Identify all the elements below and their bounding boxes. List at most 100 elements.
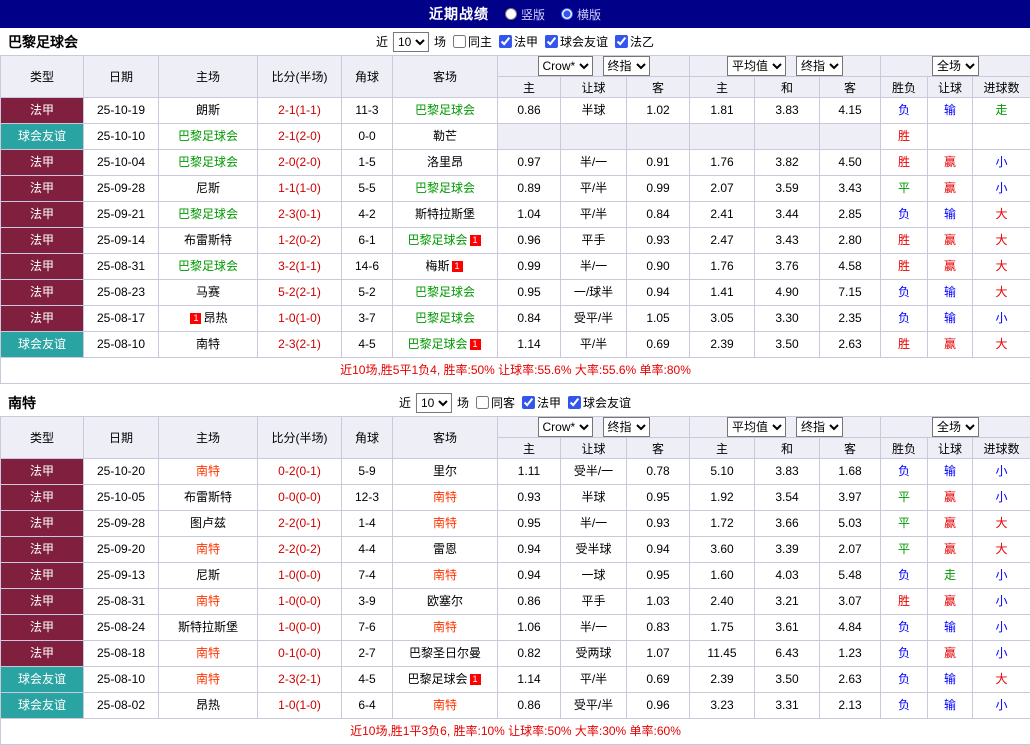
filter-checkbox[interactable] <box>568 396 581 409</box>
filter-bar: 近 10 场 同客法甲球会友谊 <box>399 393 631 413</box>
odds-cell: 1.23 <box>820 641 881 667</box>
filter-option[interactable]: 法甲 <box>522 394 561 411</box>
match-date: 25-09-28 <box>84 176 159 202</box>
match-row: 法甲25-08-23马赛5-2(2-1)5-2巴黎足球会0.95一/球半0.94… <box>1 280 1030 306</box>
result-cell: 赢 <box>928 150 973 176</box>
odds-cell: 3.82 <box>755 150 820 176</box>
filter-checkboxes: 同主法甲球会友谊法乙 <box>446 33 654 51</box>
col-odds-handicap: 让球 <box>561 438 627 459</box>
away-team-name: 里尔 <box>433 464 457 478</box>
corner-score: 4-2 <box>342 202 393 228</box>
filter-checkbox[interactable] <box>476 396 489 409</box>
match-count-select[interactable]: 10 <box>393 32 429 52</box>
filter-checkbox[interactable] <box>615 35 628 48</box>
corner-score: 6-4 <box>342 693 393 719</box>
filter-option[interactable]: 法甲 <box>499 33 538 50</box>
match-row: 法甲25-08-31巴黎足球会3-2(1-1)14-6梅斯10.99半/一0.9… <box>1 254 1030 280</box>
match-count-select[interactable]: 10 <box>416 393 452 413</box>
odds-cell: 1.04 <box>498 202 561 228</box>
odds-cell: 1.68 <box>820 459 881 485</box>
odds-cell: 1.72 <box>690 511 755 537</box>
match-type: 球会友谊 <box>1 693 84 719</box>
match-date: 25-09-28 <box>84 511 159 537</box>
odds-cell: 1.06 <box>498 615 561 641</box>
red-card-badge: 1 <box>470 235 481 246</box>
result-cell: 小 <box>973 693 1030 719</box>
result-cell: 大 <box>973 254 1030 280</box>
filter-checkbox[interactable] <box>453 35 466 48</box>
odds-cell <box>498 124 561 150</box>
avg-time-select[interactable]: 终指 <box>796 417 843 437</box>
away-team-name: 南特 <box>433 490 457 504</box>
result-cell: 胜 <box>881 254 928 280</box>
odds-cell <box>690 124 755 150</box>
away-team-name: 南特 <box>433 620 457 634</box>
away-team-name: 斯特拉斯堡 <box>415 207 475 221</box>
match-row: 法甲25-09-14布雷斯特1-2(0-2)6-1巴黎足球会10.96平手0.9… <box>1 228 1030 254</box>
filter-option[interactable]: 球会友谊 <box>568 394 631 411</box>
col-away: 客场 <box>393 417 498 459</box>
away-team-name: 巴黎足球会 <box>415 285 475 299</box>
away-team: 巴黎足球会 <box>393 98 498 124</box>
filter-option[interactable]: 法乙 <box>615 33 654 50</box>
col-corner: 角球 <box>342 417 393 459</box>
odds-cell: 2.39 <box>690 667 755 693</box>
match-row: 法甲25-08-31南特1-0(0-0)3-9欧塞尔0.86平手1.032.40… <box>1 589 1030 615</box>
filter-checkbox[interactable] <box>499 35 512 48</box>
odds-cell: 0.93 <box>627 228 690 254</box>
filter-option[interactable]: 球会友谊 <box>545 33 608 50</box>
away-team-name: 洛里昂 <box>427 155 463 169</box>
home-team-name: 尼斯 <box>196 568 220 582</box>
avg-source-select[interactable]: 平均值 <box>727 417 786 437</box>
match-row: 法甲25-09-13尼斯1-0(0-0)7-4南特0.94一球0.951.604… <box>1 563 1030 589</box>
avg-source-select[interactable]: 平均值 <box>727 56 786 76</box>
filter-checkbox[interactable] <box>545 35 558 48</box>
filter-near-label: 近 <box>399 394 411 411</box>
odds-cell: 1.07 <box>627 641 690 667</box>
away-team-name: 巴黎足球会 <box>407 672 467 686</box>
red-card-badge: 1 <box>470 674 481 685</box>
result-cell: 赢 <box>928 254 973 280</box>
match-score: 0-0(0-0) <box>258 485 342 511</box>
layout-radio-horizontal-input[interactable] <box>561 8 573 20</box>
summary-row: 近10场,胜1平3负6, 胜率:10% 让球率:50% 大率:30% 单率:60… <box>1 719 1030 745</box>
corner-score: 5-2 <box>342 280 393 306</box>
match-score: 2-3(2-1) <box>258 667 342 693</box>
home-team-name: 巴黎足球会 <box>178 155 238 169</box>
odds-cell: 3.60 <box>690 537 755 563</box>
odds-cell: 4.90 <box>755 280 820 306</box>
odds-cell: 2.63 <box>820 667 881 693</box>
away-team: 斯特拉斯堡 <box>393 202 498 228</box>
result-cell: 平 <box>881 537 928 563</box>
col-result-goals: 进球数 <box>973 438 1030 459</box>
match-type: 法甲 <box>1 306 84 332</box>
result-cell: 输 <box>928 693 973 719</box>
home-team: 尼斯 <box>159 563 258 589</box>
odds-cell: 2.47 <box>690 228 755 254</box>
home-team-name: 布雷斯特 <box>184 490 232 504</box>
col-odds-home: 主 <box>498 77 561 98</box>
odds-cell: 平手 <box>561 589 627 615</box>
odds-cell: 0.93 <box>627 511 690 537</box>
home-team: 巴黎足球会 <box>159 124 258 150</box>
layout-radio-horizontal[interactable]: 横版 <box>561 6 601 23</box>
result-cell: 输 <box>928 667 973 693</box>
layout-radio-vertical[interactable]: 竖版 <box>505 6 545 23</box>
odds-time-select[interactable]: 终指 <box>603 417 650 437</box>
layout-radio-vertical-input[interactable] <box>505 8 517 20</box>
odds-time-select[interactable]: 终指 <box>603 56 650 76</box>
filter-checkbox[interactable] <box>522 396 535 409</box>
filter-option[interactable]: 同主 <box>453 33 492 50</box>
filter-option[interactable]: 同客 <box>476 394 515 411</box>
odds-source-select[interactable]: Crow* <box>538 56 593 76</box>
odds-cell: 2.85 <box>820 202 881 228</box>
odds-cell: 1.76 <box>690 254 755 280</box>
avg-time-select[interactable]: 终指 <box>796 56 843 76</box>
odds-cell: 0.69 <box>627 332 690 358</box>
away-team-name: 南特 <box>433 698 457 712</box>
corner-score: 3-7 <box>342 306 393 332</box>
corner-score: 4-5 <box>342 667 393 693</box>
scope-select[interactable]: 全场 <box>932 417 979 437</box>
scope-select[interactable]: 全场 <box>932 56 979 76</box>
odds-source-select[interactable]: Crow* <box>538 417 593 437</box>
